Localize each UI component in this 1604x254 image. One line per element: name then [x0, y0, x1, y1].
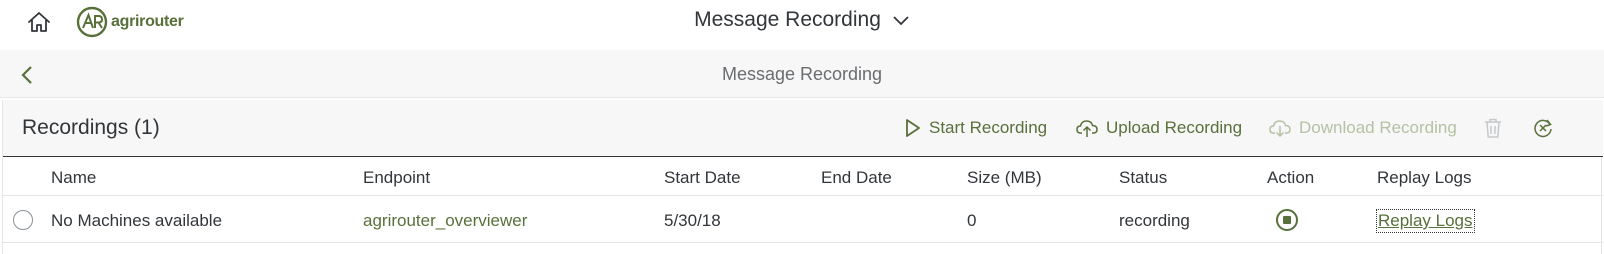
- column-header-size[interactable]: Size (MB): [967, 168, 1042, 188]
- cell-size: 0: [967, 211, 977, 230]
- download-recording-button[interactable]: Download Recording: [1269, 116, 1457, 140]
- column-header-name[interactable]: Name: [51, 168, 96, 188]
- cloud-download-icon: [1269, 120, 1291, 138]
- column-header-status[interactable]: Status: [1119, 168, 1167, 188]
- recordings-title: Recordings (1): [22, 116, 160, 139]
- app-title-text: Message Recording: [694, 8, 881, 31]
- stop-recording-button[interactable]: [1276, 209, 1298, 231]
- start-recording-label: Start Recording: [929, 118, 1048, 137]
- cell-status: recording: [1119, 211, 1190, 230]
- row-select-radio[interactable]: [13, 210, 33, 230]
- column-header-action[interactable]: Action: [1267, 168, 1314, 188]
- recordings-toolbar: Recordings (1) Start Recording Upload Re…: [3, 100, 1603, 157]
- download-recording-label: Download Recording: [1299, 118, 1457, 137]
- cell-start-date: 5/30/18: [664, 211, 721, 230]
- column-header-start-date[interactable]: Start Date: [664, 168, 741, 188]
- cloud-upload-icon: [1076, 120, 1098, 137]
- chevron-down-icon: [893, 16, 909, 26]
- recordings-panel: Recordings (1) Start Recording Upload Re…: [2, 100, 1603, 254]
- clear-filter-button[interactable]: [1532, 116, 1554, 140]
- page-title: Message Recording: [721, 64, 883, 84]
- start-recording-button[interactable]: Start Recording: [905, 116, 1047, 140]
- play-icon: [906, 119, 920, 137]
- shell-title: Message Recording: [0, 8, 1604, 32]
- cell-name: No Machines available: [51, 211, 223, 230]
- column-header-end-date[interactable]: End Date: [821, 168, 892, 188]
- trash-icon: [1485, 118, 1501, 138]
- stop-icon: [1283, 216, 1291, 224]
- table-header: Name Endpoint Start Date End Date Size (…: [3, 158, 1603, 196]
- table-row[interactable]: No Machines available agrirouter_overvie…: [3, 197, 1603, 243]
- cell-endpoint-link[interactable]: agrirouter_overviewer: [363, 211, 527, 231]
- column-header-endpoint[interactable]: Endpoint: [363, 168, 430, 188]
- shell-bar: agrirouter Message Recording: [0, 0, 1604, 44]
- replay-logs-link[interactable]: Replay Logs: [1376, 209, 1475, 233]
- upload-recording-button[interactable]: Upload Recording: [1076, 116, 1242, 140]
- page-header: Message Recording: [0, 50, 1604, 98]
- column-header-replay-logs[interactable]: Replay Logs: [1377, 168, 1472, 188]
- clear-filter-icon: [1534, 119, 1552, 138]
- app-title-menu[interactable]: Message Recording: [694, 8, 910, 32]
- delete-recording-button[interactable]: [1482, 116, 1504, 140]
- upload-recording-label: Upload Recording: [1106, 118, 1243, 137]
